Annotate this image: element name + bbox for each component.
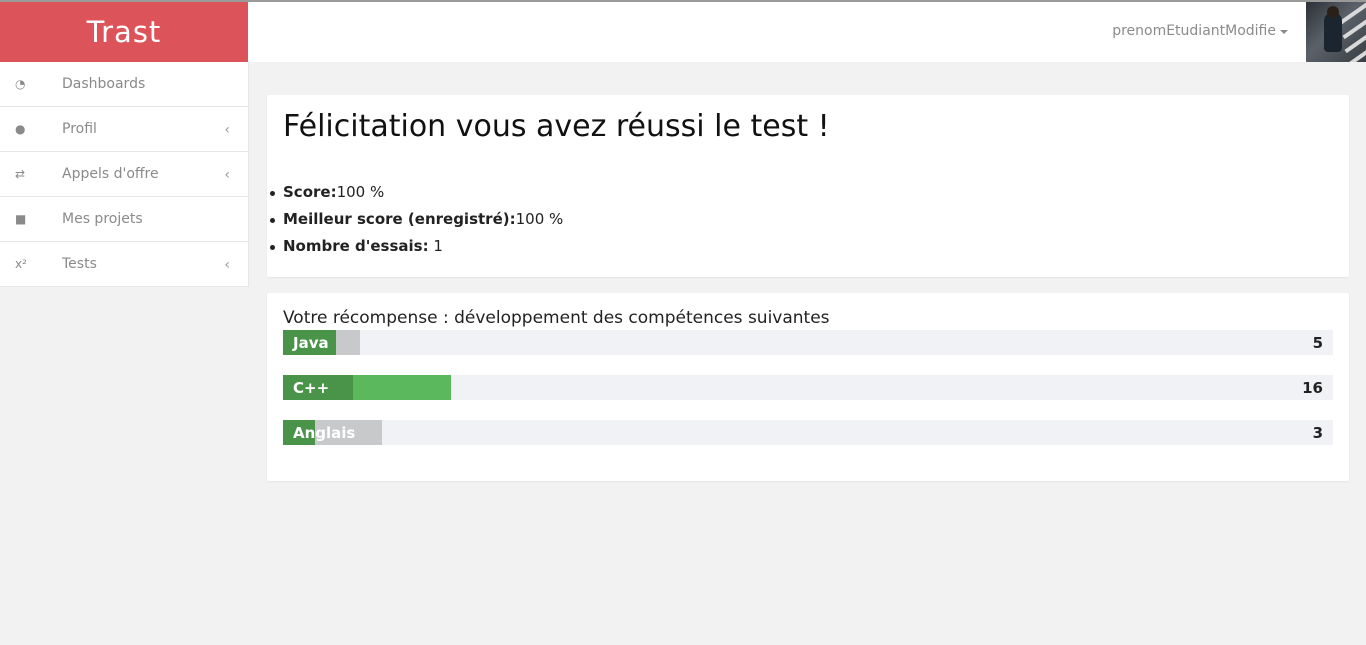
skill-progress-cpp: C++ 16 [283, 375, 1333, 400]
chevron-left-icon: ‹ [224, 122, 230, 138]
chevron-left-icon: ‹ [224, 257, 230, 273]
sidebar-item-tests[interactable]: x² Tests ‹ [0, 242, 248, 287]
list-item: Nombre d'essais: 1 [269, 233, 563, 260]
skill-progress-java: Java 5 [283, 330, 1333, 355]
avatar[interactable] [1306, 2, 1366, 62]
skill-name: Java [293, 334, 329, 352]
reward-title: Votre récompense : développement des com… [283, 308, 830, 328]
score-value: 100 % [336, 183, 385, 201]
best-score-value: 100 % [515, 210, 564, 228]
reward-card: Votre récompense : développement des com… [267, 293, 1349, 481]
briefcase-icon: ■ [15, 212, 27, 226]
username-label: prenomEtudiantModifie [1112, 23, 1276, 39]
sidebar: ◔ Dashboards ● Profil ‹ ⇄ Appels d'offre… [0, 62, 249, 287]
user-icon: ● [15, 122, 26, 136]
skill-name: Anglais [293, 424, 356, 442]
skill-value: 16 [1302, 379, 1323, 397]
best-score-label: Meilleur score (enregistré): [283, 210, 516, 228]
skill-name: C++ [293, 379, 330, 397]
chevron-left-icon: ‹ [224, 167, 230, 183]
sidebar-item-profil[interactable]: ● Profil ‹ [0, 107, 248, 152]
sidebar-item-label: Profil [62, 121, 97, 137]
attempts-label: Nombre d'essais: [283, 237, 429, 255]
sidebar-item-label: Mes projets [62, 211, 143, 227]
caret-down-icon [1280, 30, 1288, 34]
skill-progress-anglais: Anglais 3 [283, 420, 1333, 445]
dashboard-icon: ◔ [15, 77, 26, 91]
top-navbar: prenomEtudiantModifie [248, 2, 1366, 62]
score-label: Score: [283, 183, 337, 201]
sidebar-item-label: Appels d'offre [62, 166, 159, 182]
exchange-icon: ⇄ [15, 167, 26, 181]
skill-value: 3 [1312, 424, 1323, 442]
page-title: Félicitation vous avez réussi le test ! [283, 109, 830, 144]
result-stats-list: Score:100 % Meilleur score (enregistré):… [269, 179, 564, 260]
list-item: Meilleur score (enregistré):100 % [269, 206, 564, 233]
sidebar-item-label: Dashboards [62, 76, 146, 92]
sidebar-item-label: Tests [62, 256, 97, 272]
superscript-icon: x² [15, 257, 27, 271]
attempts-value: 1 [433, 237, 443, 255]
sidebar-item-mes-projets[interactable]: ■ Mes projets [0, 197, 248, 242]
sidebar-item-dashboards[interactable]: ◔ Dashboards [0, 62, 248, 107]
skill-value: 5 [1312, 334, 1323, 352]
list-item: Score:100 % [269, 179, 563, 206]
sidebar-item-appels-offre[interactable]: ⇄ Appels d'offre ‹ [0, 152, 248, 197]
brand-logo[interactable]: Trast [0, 2, 248, 62]
user-dropdown[interactable]: prenomEtudiantModifie [1112, 23, 1288, 39]
result-card: Félicitation vous avez réussi le test ! … [267, 95, 1349, 277]
